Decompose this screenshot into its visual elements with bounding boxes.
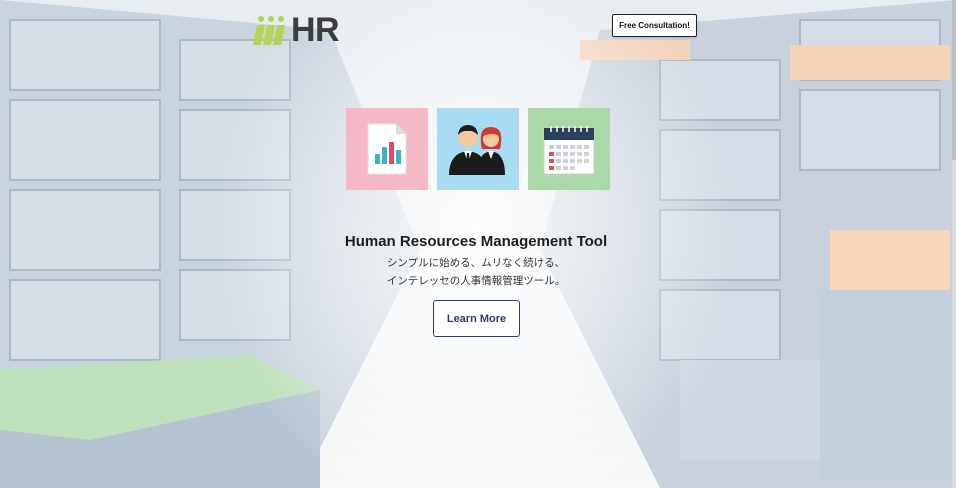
hero-title: Human Resources Management Tool xyxy=(344,233,608,250)
people-tile xyxy=(437,108,519,190)
logo-mark-icon xyxy=(253,16,285,45)
learn-more-button[interactable]: Learn More xyxy=(433,300,520,337)
logo-text: HR xyxy=(291,10,340,49)
people-icon xyxy=(449,125,505,175)
report-tile xyxy=(346,108,428,190)
hero-subtitle-line1: シンプルに始める、ムリなく続ける、 xyxy=(386,257,566,269)
calendar-icon xyxy=(543,126,595,175)
scrollbar-track[interactable] xyxy=(952,0,956,488)
free-consultation-button[interactable]: Free Consultation! xyxy=(612,14,697,37)
site-logo[interactable]: HR xyxy=(253,10,340,50)
scrollbar-thumb[interactable] xyxy=(952,0,956,160)
hero-subtitle: シンプルに始める、ムリなく続ける、 インテレッセの人事情報管理ツール。 xyxy=(0,254,952,290)
report-chart-icon xyxy=(367,123,407,175)
feature-icons xyxy=(346,108,610,190)
calendar-tile xyxy=(528,108,610,190)
hero-subtitle-line2: インテレッセの人事情報管理ツール。 xyxy=(386,275,566,287)
